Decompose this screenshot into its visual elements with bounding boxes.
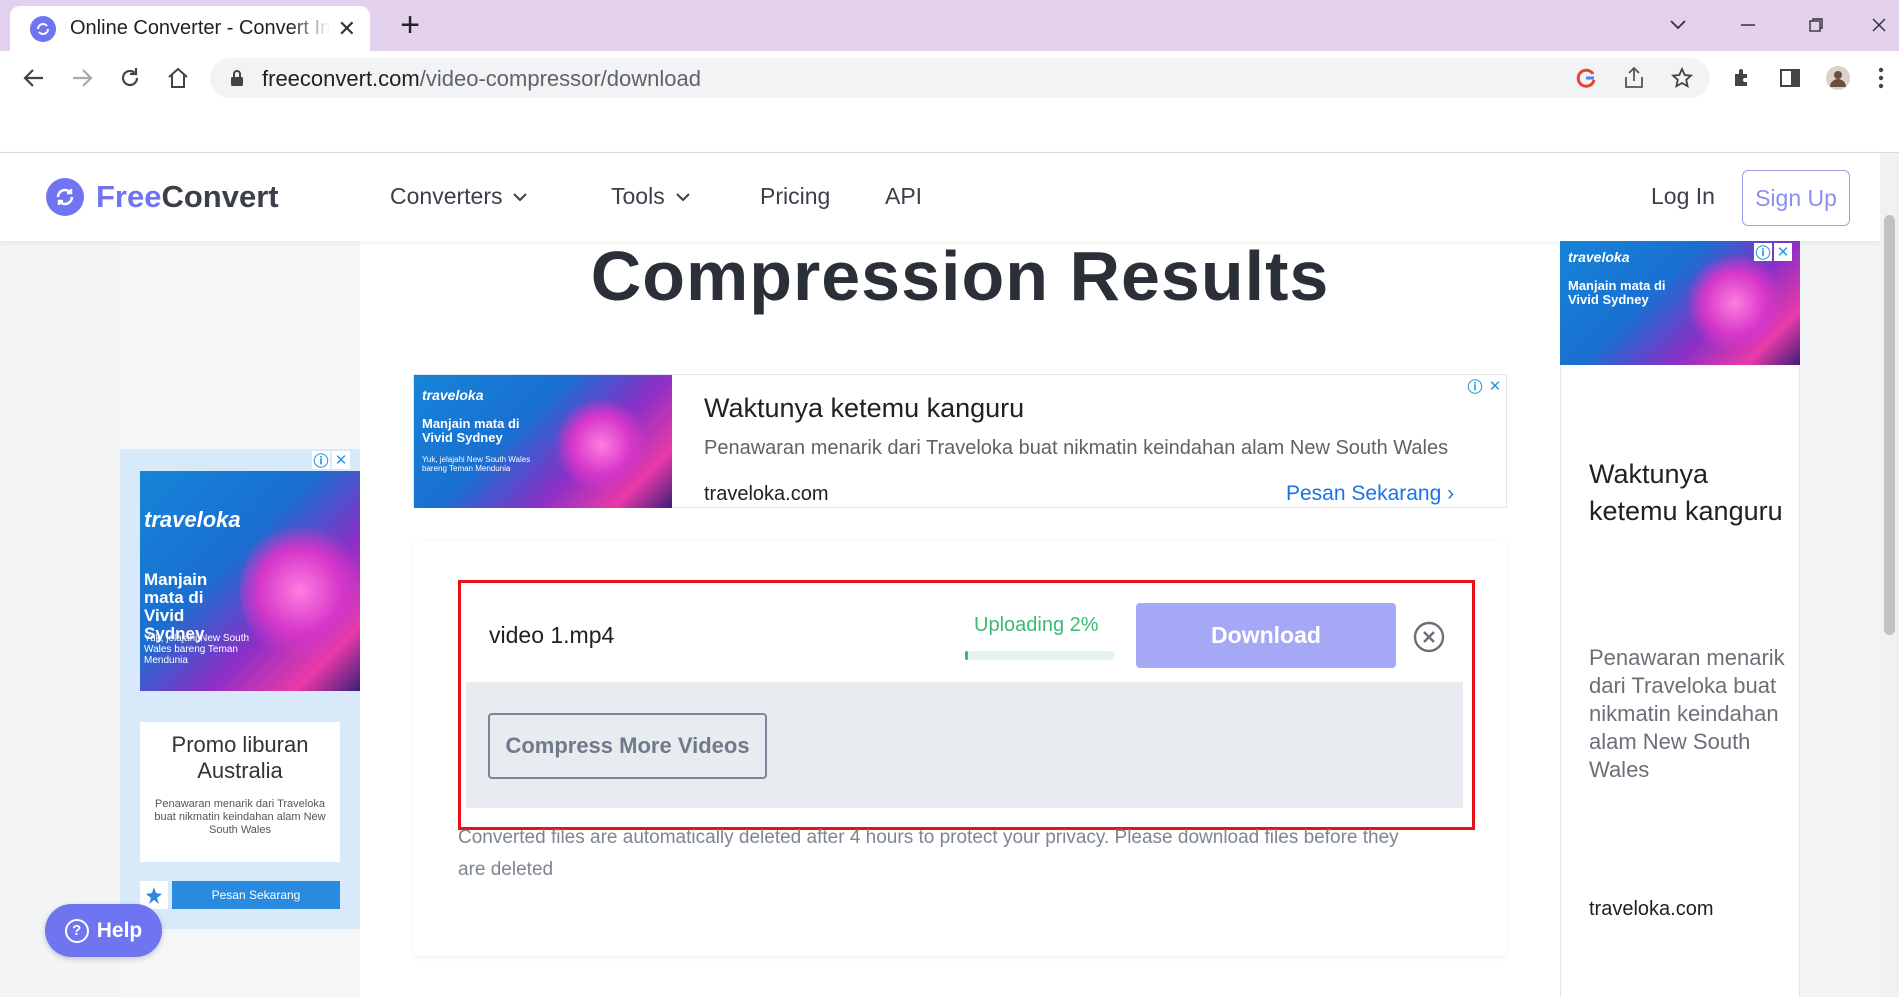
- ad-close-icon[interactable]: ✕: [1774, 243, 1792, 261]
- ad-choices[interactable]: ⓘ ✕: [1466, 377, 1504, 396]
- ad-description: Penawaran menarik dari Traveloka buat ni…: [704, 437, 1449, 459]
- ad-choices[interactable]: ⓘ ✕: [1754, 243, 1792, 262]
- nav-tools[interactable]: Tools: [611, 183, 691, 210]
- ad-cta-link[interactable]: Pesan Sekarang ›: [1286, 482, 1454, 506]
- ad-domain: traveloka.com: [704, 483, 829, 505]
- lock-icon[interactable]: [230, 69, 244, 87]
- side-panel-icon[interactable]: [1770, 60, 1810, 96]
- ad-image-text: Manjain mata di Vivid Sydney: [422, 416, 520, 445]
- signup-button[interactable]: Sign Up: [1742, 170, 1850, 226]
- nav-api[interactable]: API: [885, 183, 922, 210]
- url-text[interactable]: freeconvert.com/video-compressor/downloa…: [262, 66, 701, 92]
- right-ad-domain: traveloka.com: [1589, 898, 1714, 920]
- nav-converters-label: Converters: [390, 183, 503, 209]
- forward-icon[interactable]: [62, 60, 102, 96]
- help-button[interactable]: ? Help: [45, 904, 162, 957]
- ad-close-icon[interactable]: ✕: [1486, 377, 1504, 395]
- url-host: freeconvert.com: [262, 66, 420, 91]
- ad-image-subtext: Yuk, jelajahi New South Wales bareng Tem…: [144, 633, 250, 666]
- ad-text-card[interactable]: Promo liburan Australia Penawaran menari…: [140, 722, 340, 862]
- back-icon[interactable]: [14, 60, 54, 96]
- top-banner-ad[interactable]: traveloka Manjain mata di Vivid Sydney Y…: [413, 374, 1507, 508]
- chevron-right-icon: ›: [1447, 482, 1455, 505]
- left-sidebar-ad[interactable]: traveloka Manjain mata di Vivid Sydney Y…: [120, 449, 360, 929]
- scrollbar-thumb[interactable]: [1884, 215, 1895, 635]
- login-link[interactable]: Log In: [1651, 183, 1715, 210]
- right-ad-headline[interactable]: Waktunya ketemu kanguru: [1589, 456, 1789, 530]
- bookmark-star-icon[interactable]: [1662, 60, 1702, 96]
- ad-info-icon[interactable]: ⓘ: [1466, 377, 1484, 396]
- logo-mark-icon: [46, 178, 84, 216]
- ad-image-figure: [1685, 256, 1785, 351]
- reload-icon[interactable]: [110, 60, 150, 96]
- ad-image-subtext: Yuk, jelajahi New South Wales bareng Tem…: [422, 455, 531, 473]
- site-header: [0, 153, 1880, 241]
- ad-cta-button[interactable]: Pesan Sekarang: [172, 881, 340, 909]
- ad-image-text: Manjain mata di Vivid Sydney: [1568, 278, 1666, 307]
- ad-choices[interactable]: ⓘ ✕: [312, 451, 350, 470]
- ad-image[interactable]: traveloka Manjain mata di Vivid Sydney Y…: [414, 375, 672, 508]
- ad-headline[interactable]: Waktunya ketemu kanguru: [704, 393, 1024, 424]
- ad-image-brand: traveloka: [422, 387, 484, 403]
- profile-avatar[interactable]: [1818, 60, 1858, 96]
- google-icon[interactable]: [1566, 60, 1606, 96]
- minimize-icon[interactable]: [1728, 10, 1768, 40]
- bookmarks-bar: [0, 103, 1899, 153]
- ad-title: Promo liburan Australia: [171, 732, 309, 783]
- share-icon[interactable]: [1614, 60, 1654, 96]
- ad-cta-label: Pesan Sekarang: [1286, 482, 1442, 505]
- tab-search-icon[interactable]: [1658, 10, 1698, 40]
- more-menu-icon[interactable]: [1866, 60, 1896, 96]
- page-title: Compression Results: [590, 237, 1330, 315]
- help-label: Help: [96, 918, 143, 942]
- nav-converters[interactable]: Converters: [390, 183, 528, 210]
- ad-info-icon[interactable]: ⓘ: [312, 451, 330, 470]
- ad-image[interactable]: traveloka Manjain mata di Vivid Sydney Y…: [140, 471, 360, 691]
- logo-text-convert: Convert: [161, 179, 279, 214]
- home-icon[interactable]: [158, 60, 198, 96]
- chevron-down-icon: [513, 192, 528, 201]
- close-window-icon[interactable]: [1864, 10, 1894, 40]
- tab-close-icon[interactable]: ✕: [338, 17, 356, 40]
- url-path: /video-compressor/download: [419, 66, 701, 91]
- restore-icon[interactable]: [1796, 10, 1836, 40]
- browser-tab[interactable]: Online Converter - Convert Image, Video,…: [10, 6, 370, 51]
- logo-text-free: Free: [96, 179, 162, 214]
- ad-image-brand: traveloka: [1568, 249, 1630, 265]
- freeconvert-favicon-icon: [30, 15, 56, 42]
- freeconvert-logo[interactable]: Free Convert: [46, 178, 279, 216]
- question-icon: ?: [64, 918, 89, 943]
- extensions-icon[interactable]: [1722, 60, 1762, 96]
- ad-image-figure: [554, 400, 649, 490]
- nav-pricing[interactable]: Pricing: [760, 183, 830, 210]
- ad-image-figure: [240, 521, 360, 661]
- privacy-note: Converted files are automatically delete…: [458, 827, 1399, 880]
- nav-tools-label: Tools: [611, 183, 665, 209]
- ad-close-icon[interactable]: ✕: [332, 451, 350, 469]
- tab-title: Online Converter - Convert Image, Video,…: [70, 17, 330, 39]
- highlight-box: [458, 580, 1475, 830]
- right-ad-description: Penawaran menarik dari Traveloka buat ni…: [1589, 645, 1785, 782]
- ad-info-icon[interactable]: ⓘ: [1754, 243, 1772, 262]
- ad-image-brand: traveloka: [144, 507, 241, 532]
- new-tab-button[interactable]: +: [392, 8, 428, 44]
- chevron-down-icon: [675, 192, 690, 201]
- ad-description: Penawaran menarik dari Traveloka buat ni…: [154, 798, 326, 836]
